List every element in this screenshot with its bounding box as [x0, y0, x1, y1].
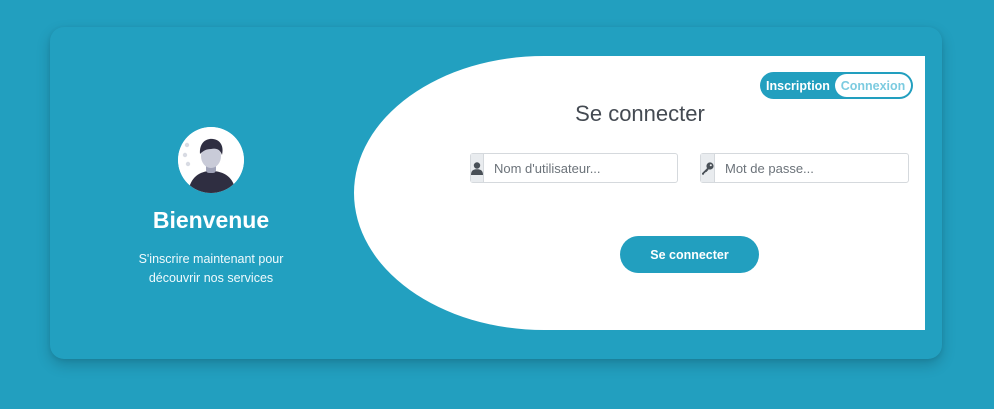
- welcome-subtitle: S'inscrire maintenant pour découvrir nos…: [138, 252, 284, 285]
- username-field: [470, 153, 680, 183]
- login-submit-button[interactable]: Se connecter: [620, 236, 759, 273]
- signup-toggle-button[interactable]: Inscription: [760, 72, 836, 99]
- user-avatar-icon: [178, 127, 244, 193]
- auth-mode-toggle[interactable]: Inscription Connexion: [760, 72, 913, 99]
- welcome-panel: Bienvenue S'inscrire maintenant pour déc…: [50, 27, 372, 359]
- auth-card: Bienvenue S'inscrire maintenant pour déc…: [50, 27, 942, 359]
- password-field: [700, 153, 911, 183]
- login-panel: Inscription Connexion Se connecter Nom d…: [354, 56, 925, 330]
- login-toggle-button[interactable]: Connexion: [835, 74, 911, 97]
- username-input[interactable]: [484, 154, 680, 182]
- form-title: Se connecter: [575, 101, 705, 126]
- key-icon: [701, 154, 715, 182]
- user-icon: [471, 154, 484, 182]
- password-input[interactable]: [715, 154, 911, 182]
- welcome-title: Bienvenue: [152, 207, 270, 233]
